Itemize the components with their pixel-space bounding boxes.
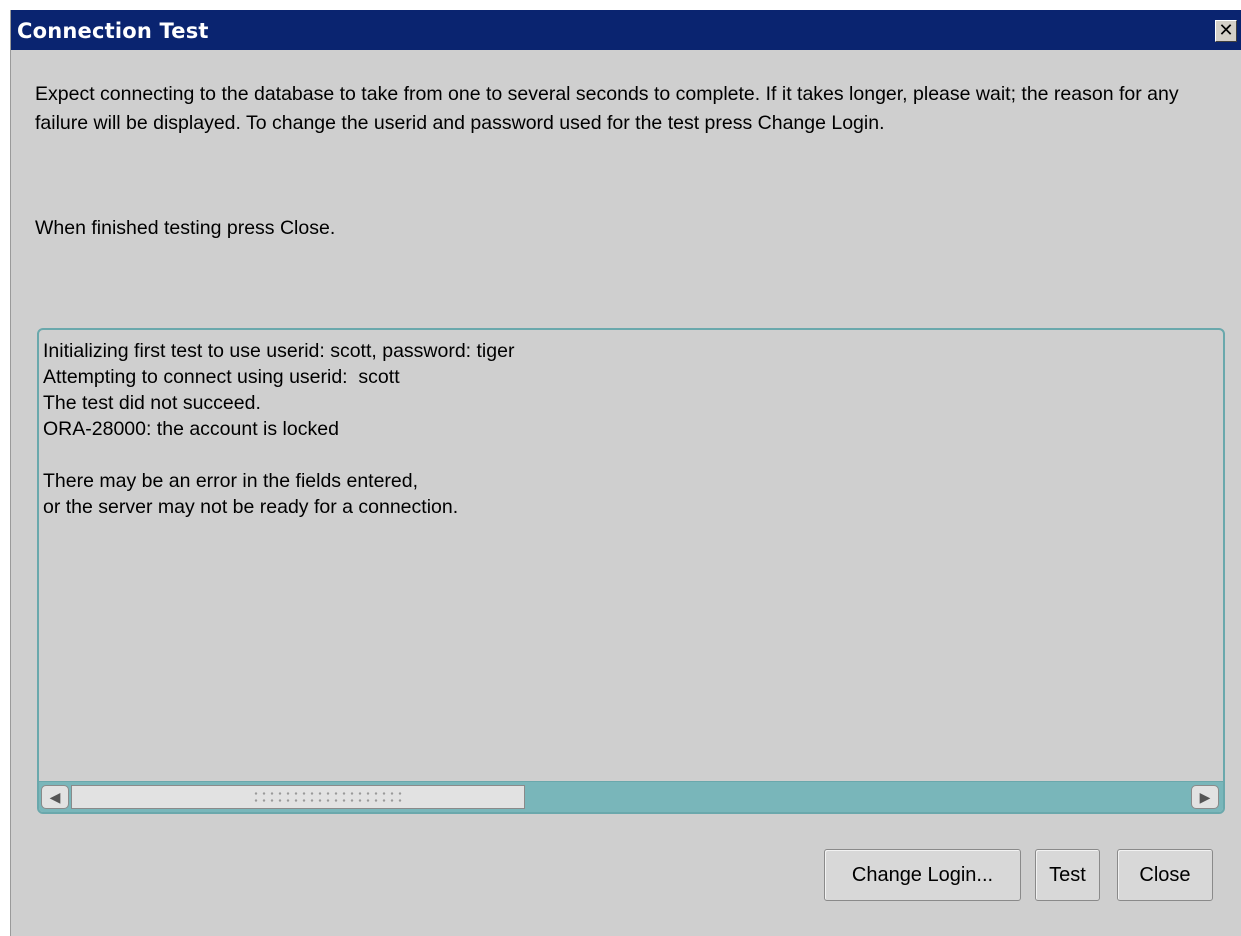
log-line: The test did not succeed. [43, 392, 261, 414]
grip-dots-icon [252, 790, 402, 804]
log-line: There may be an error in the fields ente… [43, 470, 419, 492]
connection-test-dialog: Connection Test ✕ Expect connecting to t… [10, 10, 1241, 936]
window-title: Connection Test [17, 19, 209, 43]
arrow-right-icon[interactable]: ▶ [1191, 785, 1219, 809]
horizontal-scrollbar[interactable]: ◀ ▶ [39, 781, 1223, 812]
test-log-area[interactable]: Initializing first test to use userid: s… [37, 328, 1225, 814]
log-line: Attempting to connect using userid: scot… [43, 366, 400, 388]
close-button[interactable]: Close [1117, 849, 1213, 901]
log-line: ORA-28000: the account is locked [43, 418, 339, 440]
arrow-left-icon[interactable]: ◀ [41, 785, 69, 809]
test-button[interactable]: Test [1035, 849, 1100, 901]
log-line: or the server may not be ready for a con… [43, 496, 459, 518]
log-line: Initializing first test to use userid: s… [43, 340, 515, 362]
scrollbar-thumb[interactable] [71, 785, 525, 809]
close-icon[interactable]: ✕ [1215, 20, 1237, 42]
instructions-text: Expect connecting to the database to tak… [35, 83, 1179, 134]
change-login-button[interactable]: Change Login... [824, 849, 1021, 901]
title-bar[interactable]: Connection Test ✕ [11, 10, 1241, 50]
finish-instructions-text: When finished testing press Close. [35, 217, 336, 239]
log-text: Initializing first test to use userid: s… [43, 338, 1217, 520]
